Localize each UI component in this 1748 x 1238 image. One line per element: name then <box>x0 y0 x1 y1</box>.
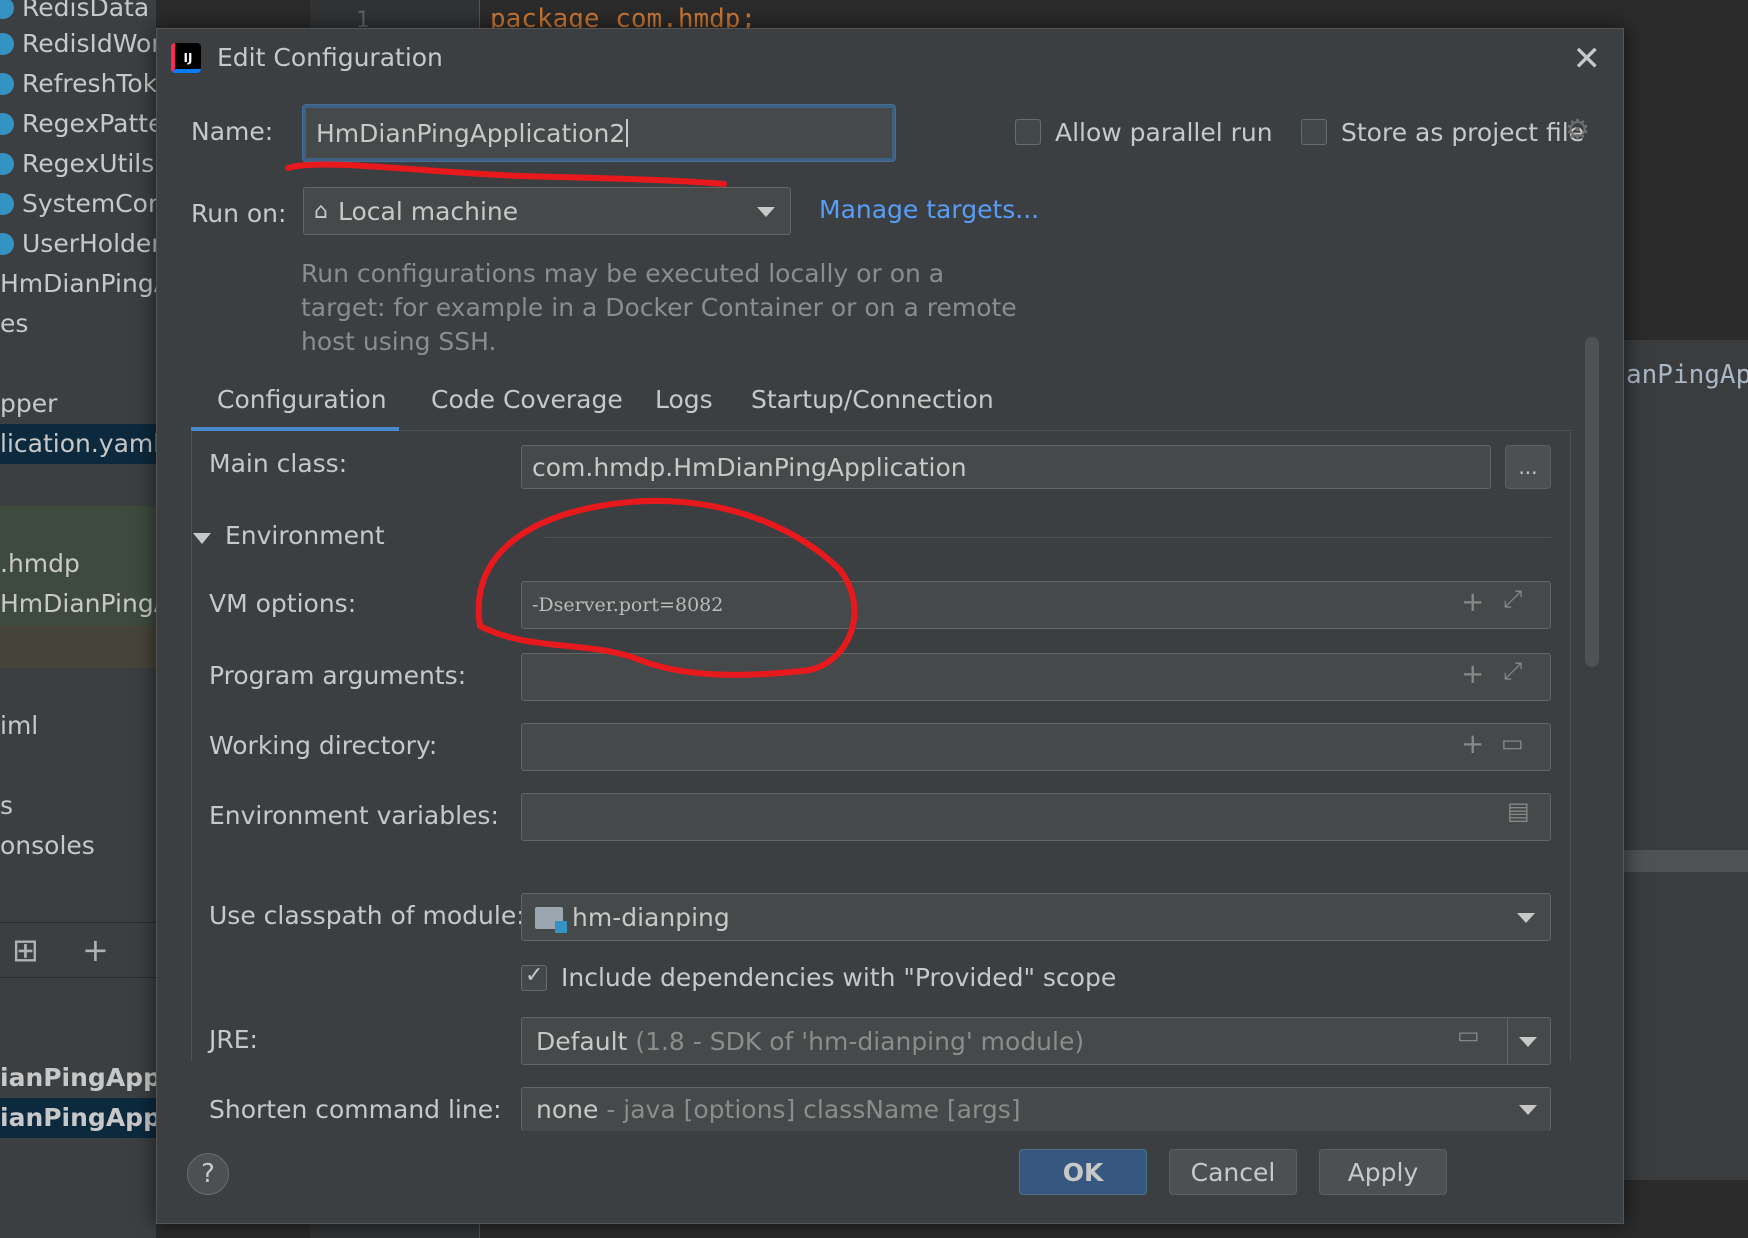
tree-item[interactable]: onsoles <box>0 826 156 866</box>
tree-item[interactable]: RedisIdWor <box>0 24 156 64</box>
close-icon[interactable]: ✕ <box>1573 39 1602 79</box>
browse-main-class-button[interactable]: ... <box>1505 445 1551 489</box>
tree-item[interactable]: HmDianPingAp <box>0 264 156 304</box>
store-project-label: Store as project file <box>1341 118 1585 147</box>
ok-button[interactable]: OK <box>1019 1149 1147 1195</box>
folder-icon[interactable]: ▭ <box>1457 1021 1480 1049</box>
project-tree: RedisData RedisIdWor RefreshTok RegexPat… <box>0 0 156 1238</box>
tab-configuration[interactable]: Configuration <box>191 375 399 431</box>
tree-item-selected[interactable]: lication.yaml <box>0 424 156 464</box>
run-on-label: Run on: <box>191 199 287 228</box>
plus-icon[interactable]: + <box>1461 585 1484 618</box>
main-class-label: Main class: <box>209 449 348 478</box>
chevron-down-icon[interactable] <box>1519 1037 1537 1047</box>
class-icon <box>0 153 14 175</box>
program-args-label: Program arguments: <box>209 661 467 690</box>
jre-label: JRE: <box>209 1025 258 1054</box>
home-icon: ⌂ <box>314 198 328 224</box>
cancel-button[interactable]: Cancel <box>1169 1149 1297 1195</box>
class-icon <box>0 233 14 255</box>
tree-item[interactable]: RegexPatte <box>0 104 156 144</box>
classpath-label: Use classpath of module: <box>209 901 525 930</box>
dialog-title: Edit Configuration <box>217 43 443 72</box>
tree-item[interactable]: RefreshTok <box>0 64 156 104</box>
env-vars-label: Environment variables: <box>209 801 499 830</box>
tree-item[interactable]: pper <box>0 384 156 424</box>
tree-item[interactable]: iml <box>0 706 156 746</box>
vm-options-input[interactable]: -Dserver.port=8082 <box>521 581 1551 629</box>
run-on-dropdown[interactable]: ⌂ Local machine <box>303 187 791 235</box>
class-icon <box>0 113 14 135</box>
edit-configuration-dialog: IJ Edit Configuration ✕ Name: HmDianPing… <box>156 28 1624 1224</box>
env-vars-input[interactable] <box>521 793 1551 841</box>
chevron-down-icon <box>757 207 775 217</box>
chevron-down-icon <box>1519 1105 1537 1115</box>
class-icon <box>0 0 14 19</box>
allow-parallel-checkbox[interactable] <box>1015 119 1041 145</box>
tree-item[interactable]: es <box>0 304 156 344</box>
run-config-item[interactable]: ianPingAppli <box>0 1058 156 1098</box>
tab-code-coverage[interactable]: Code Coverage <box>431 375 623 431</box>
tab-startup-connection[interactable]: Startup/Connection <box>751 375 994 431</box>
dialog-titlebar: IJ Edit Configuration ✕ <box>157 29 1623 87</box>
class-icon <box>0 33 14 55</box>
collapse-icon[interactable] <box>193 533 211 544</box>
class-icon <box>0 193 14 215</box>
run-config-item-selected[interactable]: ianPingAppli <box>0 1098 156 1138</box>
expand-icon[interactable]: ⤢ <box>1503 657 1522 685</box>
include-deps-checkbox[interactable] <box>521 963 547 991</box>
config-tabs: Configuration Code Coverage Logs Startup… <box>191 375 1571 431</box>
intellij-logo-icon: IJ <box>171 43 201 73</box>
class-icon <box>0 73 14 95</box>
tree-item[interactable]: RegexUtils <box>0 144 156 184</box>
add-group-icon[interactable]: ⊞ <box>12 931 39 969</box>
folder-icon[interactable]: ▭ <box>1501 729 1524 757</box>
apply-button[interactable]: Apply <box>1319 1149 1447 1195</box>
main-class-input[interactable]: com.hmdp.HmDianPingApplication <box>521 445 1491 489</box>
environment-section[interactable]: Environment <box>225 521 385 550</box>
gear-icon[interactable]: ⚙ <box>1565 113 1590 146</box>
right-panel-strip <box>1620 850 1748 872</box>
tree-item[interactable]: SystemCon <box>0 184 156 224</box>
name-input[interactable]: HmDianPingApplication2 <box>303 105 895 161</box>
manage-targets-link[interactable]: Manage targets... <box>819 195 1039 224</box>
add-icon[interactable]: + <box>82 931 109 969</box>
classpath-dropdown[interactable]: hm-dianping <box>521 893 1551 941</box>
working-dir-label: Working directory: <box>209 731 438 760</box>
program-args-input[interactable] <box>521 653 1551 701</box>
right-panel <box>1620 340 1748 1180</box>
plus-icon[interactable]: + <box>1461 727 1484 760</box>
right-panel-text: anPingAp <box>1626 360 1748 390</box>
tree-highlight-olive <box>0 626 156 668</box>
tree-item[interactable]: .hmdp <box>0 544 156 584</box>
expand-icon[interactable]: ⤢ <box>1503 585 1522 613</box>
tree-item[interactable]: UserHolder <box>0 224 156 264</box>
working-dir-input[interactable] <box>521 723 1551 771</box>
store-project-checkbox[interactable] <box>1301 119 1327 145</box>
section-divider <box>545 537 1551 538</box>
jre-dropdown[interactable]: Default (1.8 - SDK of 'hm-dianping' modu… <box>521 1017 1551 1065</box>
tree-item[interactable]: s <box>0 786 156 826</box>
vm-options-label: VM options: <box>209 589 357 618</box>
document-icon[interactable]: ▤ <box>1507 797 1530 825</box>
scrollbar[interactable] <box>1585 337 1599 667</box>
tree-item[interactable]: HmDianPingAp <box>0 584 156 624</box>
module-icon <box>535 907 567 933</box>
tab-logs[interactable]: Logs <box>655 375 713 431</box>
plus-icon[interactable]: + <box>1461 657 1484 690</box>
shorten-dropdown[interactable]: none - java [options] className [args] <box>521 1087 1551 1131</box>
chevron-down-icon <box>1517 913 1535 923</box>
allow-parallel-label: Allow parallel run <box>1055 118 1273 147</box>
include-deps-label: Include dependencies with "Provided" sco… <box>561 963 1117 992</box>
shorten-label: Shorten command line: <box>209 1095 502 1124</box>
run-on-hint: Run configurations may be executed local… <box>301 259 1017 356</box>
separator <box>1507 1017 1508 1065</box>
name-label: Name: <box>191 117 274 146</box>
services-toolbar: ⊞ + <box>0 922 156 978</box>
help-button[interactable]: ? <box>187 1153 229 1195</box>
